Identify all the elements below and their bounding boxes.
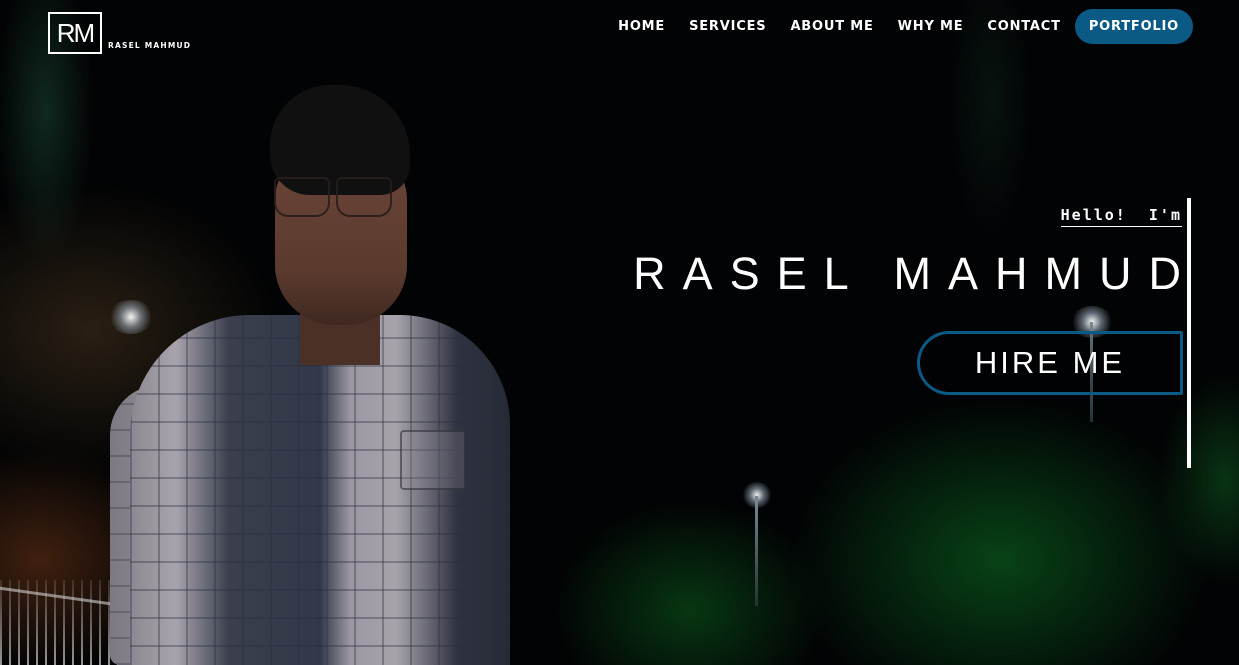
portrait-pocket: [400, 430, 466, 490]
nav-why-me[interactable]: WHY ME: [898, 9, 964, 44]
portrait-photo: [110, 85, 530, 665]
nav-home[interactable]: HOME: [618, 9, 665, 44]
main-nav: HOME SERVICES ABOUT ME WHY ME CONTACT PO…: [618, 9, 1193, 44]
nav-about-me[interactable]: ABOUT ME: [790, 9, 873, 44]
hero-name: RASEL MAHMUD: [633, 248, 1198, 299]
site-logo[interactable]: RM RASEL MAHMUD: [48, 12, 191, 54]
logo-text: RASEL MAHMUD: [108, 41, 192, 50]
hire-me-button[interactable]: HIRE ME: [917, 331, 1183, 395]
nav-contact[interactable]: CONTACT: [987, 9, 1060, 44]
logo-monogram: RM: [48, 12, 102, 54]
nav-services[interactable]: SERVICES: [689, 9, 766, 44]
accent-vertical-line: [1187, 198, 1191, 468]
portrait-shirt: [130, 315, 510, 665]
nav-portfolio[interactable]: PORTFOLIO: [1074, 9, 1193, 44]
portrait-glasses: [268, 177, 398, 217]
hero-greeting: Hello! I'm: [1060, 206, 1182, 227]
street-lamp-post: [755, 496, 758, 606]
